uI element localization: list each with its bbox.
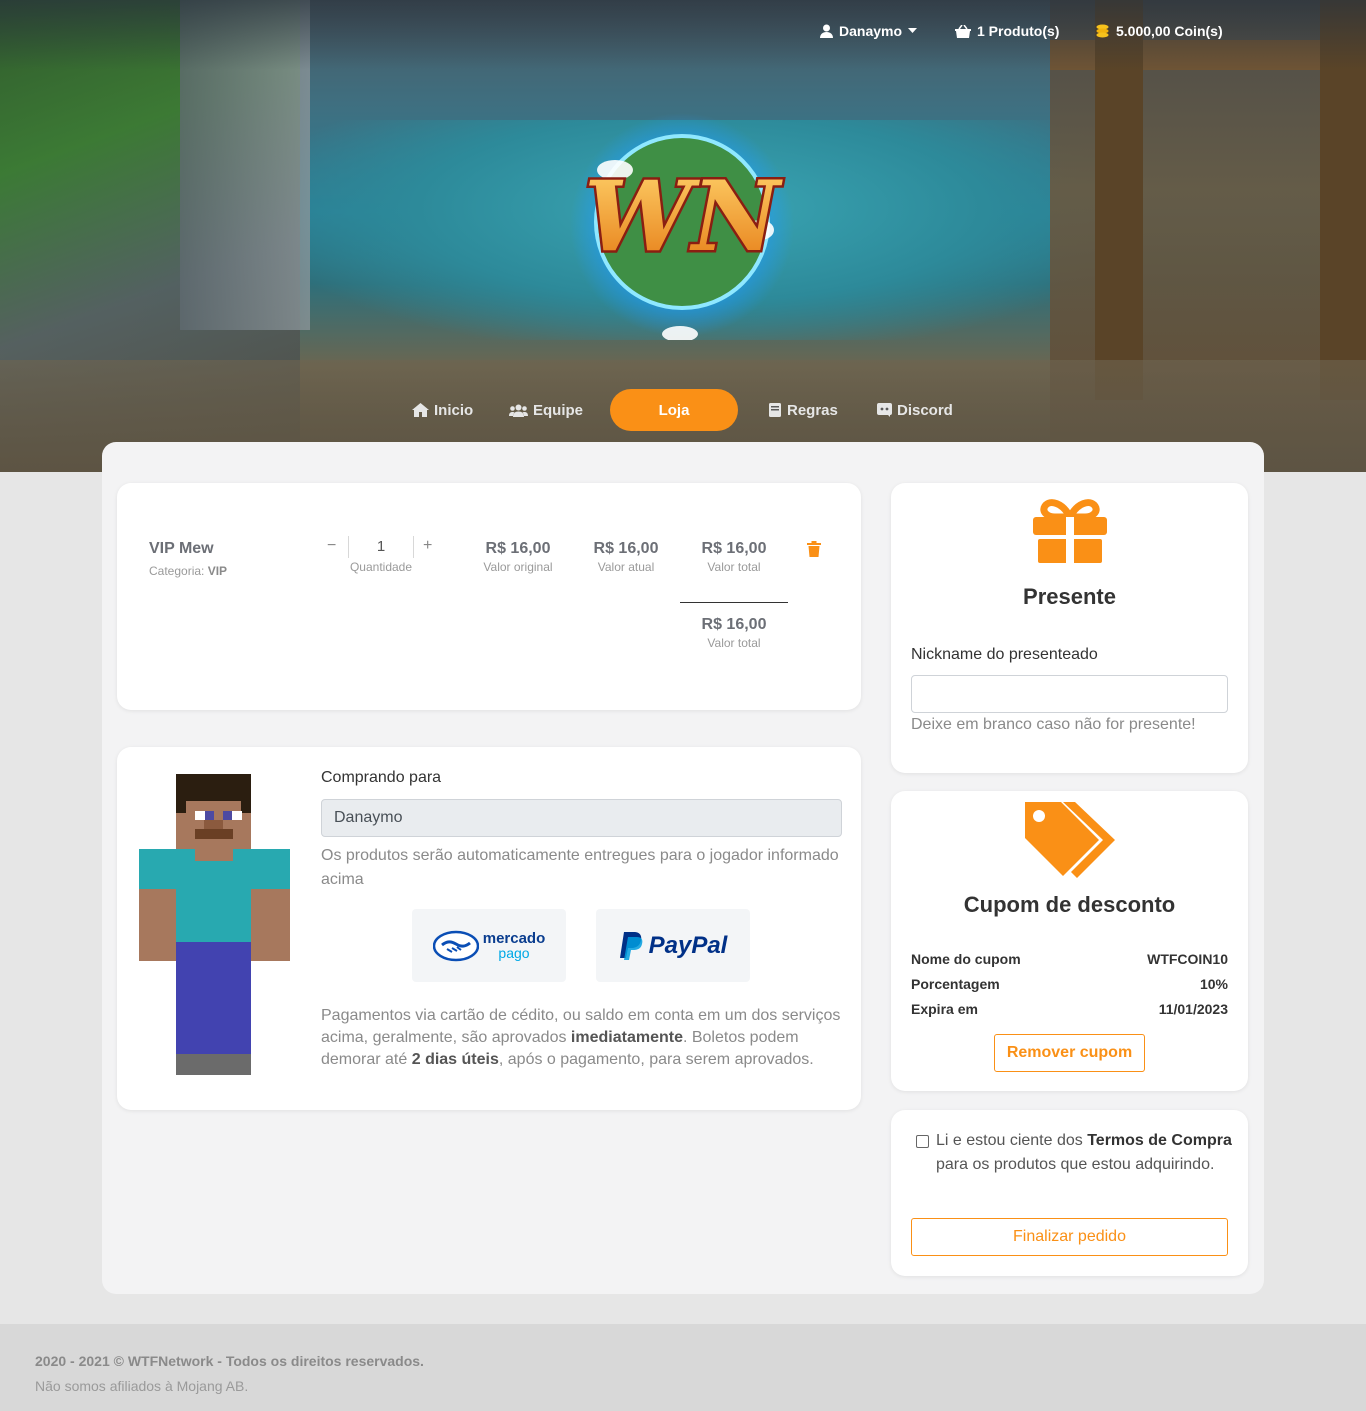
cart-link[interactable]: 1 Produto(s) [955, 18, 1059, 44]
coupon-row-value: WTFCOIN10 [1147, 951, 1228, 967]
quantity-decrease-button[interactable]: − [327, 537, 336, 555]
user-menu[interactable]: Danaymo [820, 18, 923, 44]
grand-total-label: Valor total [707, 636, 761, 650]
discord-icon [877, 403, 892, 417]
gift-nickname-label: Nickname do presenteado [911, 646, 1098, 663]
terms-checkbox[interactable] [916, 1135, 929, 1148]
original-price: R$ 16,00 Valor original [468, 540, 568, 574]
caret-down-icon [908, 28, 918, 33]
nav-loja[interactable]: Loja [610, 389, 738, 431]
nav-loja-label: Loja [658, 401, 690, 419]
cart-count: 1 Produto(s) [977, 23, 1060, 39]
terms-text: Li e estou ciente dos Termos de Compra p… [936, 1129, 1236, 1177]
product-category: Categoria: VIP [149, 564, 227, 578]
gift-card: Presente Nickname do presenteado Deixe e… [891, 483, 1248, 773]
current-price-label: Valor atual [597, 560, 655, 574]
quantity-divider [413, 536, 414, 558]
mercadopago-line2: pago [498, 944, 530, 961]
users-icon [509, 404, 528, 417]
current-price: R$ 16,00 Valor atual [576, 540, 676, 574]
original-price-label: Valor original [483, 560, 553, 574]
cart-card: VIP Mew Categoria: VIP − 1 + Quantidade … [117, 483, 861, 710]
terms-text-part: Li e estou ciente dos [936, 1132, 1088, 1149]
nav-inicio[interactable]: Inicio [412, 389, 473, 431]
gift-icon [1033, 499, 1107, 563]
gift-hint: Deixe em branco caso não for presente! [911, 716, 1196, 733]
coins-link[interactable]: 5.000,00 Coin(s) [1095, 18, 1223, 44]
terms-text-part: para os produtos que estou adquirindo. [936, 1156, 1215, 1173]
original-price-value: R$ 16,00 [485, 540, 551, 557]
coupon-row-label: Nome do cupom [911, 951, 1021, 967]
terms-link[interactable]: Termos de Compra [1087, 1132, 1232, 1149]
coupon-title: Cupom de desconto [963, 892, 1176, 917]
grand-total: R$ 16,00 Valor total [684, 616, 784, 650]
coupon-card: Cupom de desconto Nome do cupom WTFCOIN1… [891, 791, 1248, 1091]
buyer-card: Comprando para Danaymo Os produtos serão… [117, 747, 861, 1110]
gift-title: Presente [1023, 584, 1116, 609]
footer-disclaimer: Não somos afiliados à Mojang AB. [35, 1378, 249, 1394]
coupon-row-value: 10% [1199, 976, 1228, 992]
product-category-value: VIP [207, 564, 228, 578]
gift-nickname-input[interactable] [911, 675, 1228, 713]
paypal-button[interactable]: PayPal [596, 909, 750, 982]
payment-info-bold: imediatamente [570, 1029, 683, 1046]
product-category-label: Categoria: [149, 564, 205, 578]
coupon-row-label: Porcentagem [911, 976, 1000, 992]
quantity-increase-button[interactable]: + [423, 537, 432, 555]
coupon-row-value: 11/01/2023 [1158, 1001, 1228, 1017]
payment-info: Pagamentos via cartão de cédito, ou sald… [321, 1005, 849, 1071]
mercadopago-line1: mercado [482, 929, 546, 947]
home-icon [412, 403, 429, 417]
coupon-row-label: Expira em [911, 1001, 978, 1017]
quantity-input[interactable]: 1 [349, 538, 413, 555]
user-name: Danaymo [839, 23, 903, 39]
buying-for-field[interactable]: Danaymo [321, 799, 842, 837]
remove-coupon-button[interactable]: Remover cupom [994, 1034, 1145, 1072]
paypal-logo-icon [619, 931, 642, 960]
coins-balance: 5.000,00 Coin(s) [1116, 23, 1223, 39]
nav-equipe[interactable]: Equipe [509, 389, 583, 431]
player-skin-avatar [139, 774, 290, 1075]
current-price-value: R$ 16,00 [593, 540, 659, 557]
paypal-text: PayPal [648, 931, 728, 959]
product-name: VIP Mew [149, 540, 214, 557]
payment-info-bold: 2 dias úteis [411, 1051, 499, 1068]
delivery-note: Os produtos serão automaticamente entreg… [321, 847, 839, 888]
footer-copyright: 2020 - 2021 © WTFNetwork - Todos os dire… [35, 1353, 424, 1369]
mercadopago-logo-icon [432, 930, 479, 961]
coins-icon [1096, 24, 1109, 38]
terms-card: Li e estou ciente dos Termos de Compra p… [891, 1110, 1248, 1276]
user-icon [820, 24, 833, 38]
basket-icon [955, 24, 971, 38]
trash-icon[interactable] [807, 541, 821, 557]
logo-text: WN [584, 160, 783, 273]
buying-for-label: Comprando para [321, 769, 442, 786]
total-price-value: R$ 16,00 [701, 540, 767, 557]
book-icon [769, 403, 781, 417]
quantity-label: Quantidade [349, 560, 413, 574]
mercadopago-text: mercado pago [482, 929, 546, 961]
nav-discord-label: Discord [897, 401, 953, 419]
server-logo[interactable]: WN [560, 110, 805, 340]
total-price: R$ 16,00 Valor total [684, 540, 784, 574]
total-price-label: Valor total [707, 560, 761, 574]
mercadopago-button[interactable]: mercado pago [412, 909, 566, 982]
payment-info-text: , após o pagamento, para serem aprovados… [498, 1051, 814, 1068]
nav-equipe-label: Equipe [533, 401, 584, 419]
tags-icon [1025, 802, 1115, 878]
nav-inicio-label: Inicio [434, 401, 474, 419]
grand-total-value: R$ 16,00 [701, 616, 767, 633]
finish-order-button[interactable]: Finalizar pedido [911, 1218, 1228, 1256]
nav-regras-label: Regras [787, 401, 838, 419]
nav-regras[interactable]: Regras [768, 389, 838, 431]
footer: 2020 - 2021 © WTFNetwork - Todos os dire… [0, 1324, 1366, 1411]
nav-discord[interactable]: Discord [877, 389, 953, 431]
total-divider [680, 602, 788, 603]
